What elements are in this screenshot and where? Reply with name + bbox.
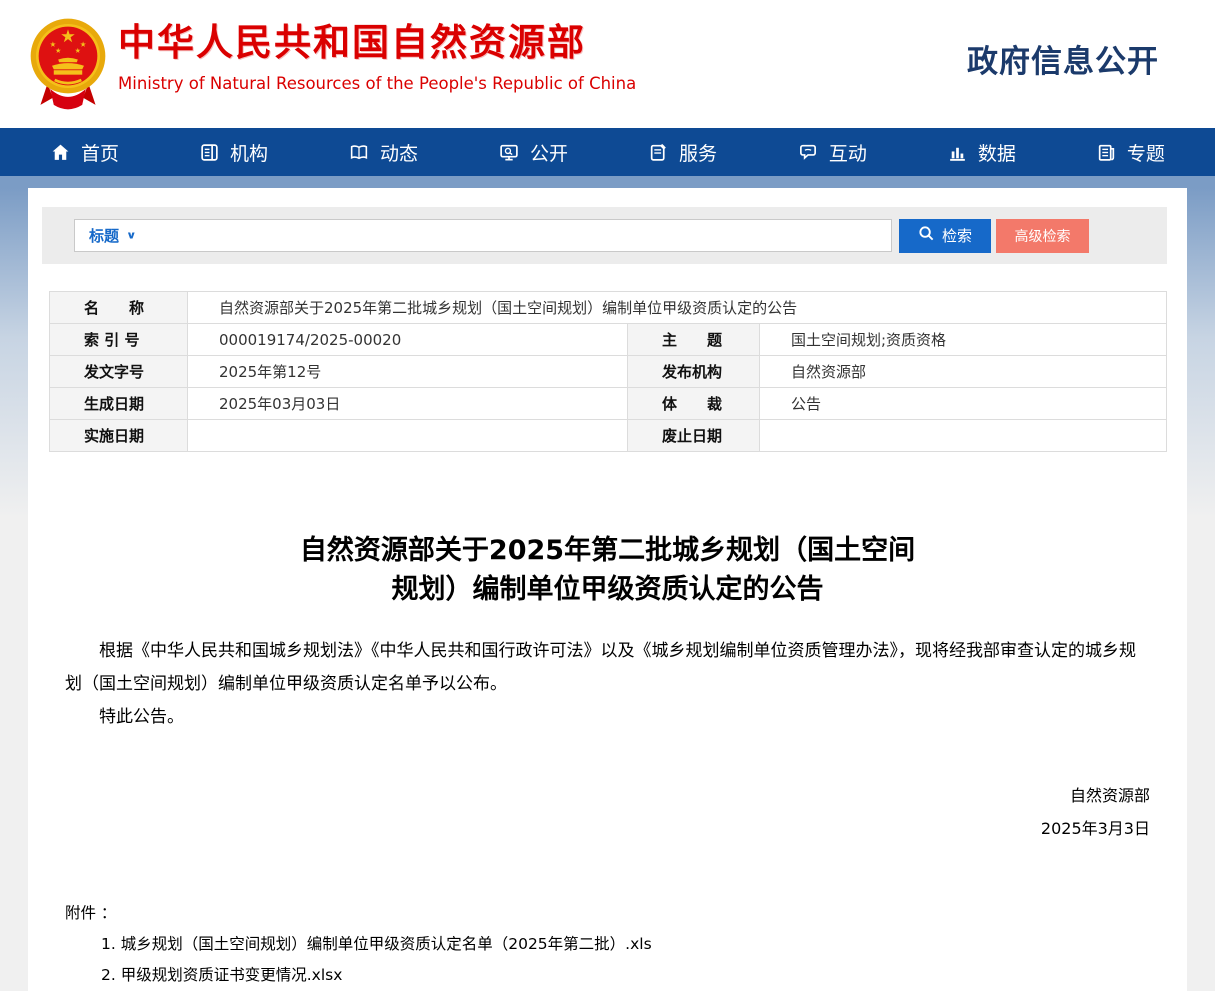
document-title-line2: 规划）编制单位甲级资质认定的公告 xyxy=(65,570,1150,609)
home-icon xyxy=(50,142,71,163)
meta-issuer-label: 发布机构 xyxy=(628,356,760,388)
nav-item-disclosure[interactable]: 公开 xyxy=(498,139,568,166)
document-title: 自然资源部关于2025年第二批城乡规划（国土空间 规划）编制单位甲级资质认定的公… xyxy=(65,531,1150,609)
search-box: 标题 ∨ xyxy=(74,219,892,252)
subnav-strip xyxy=(0,176,1215,188)
search-band: 标题 ∨ 检索 高级检索 xyxy=(42,207,1167,264)
meta-issuer-value: 自然资源部 xyxy=(760,356,1167,388)
news-icon xyxy=(348,142,370,163)
signature-block: 自然资源部 2025年3月3日 xyxy=(65,779,1150,845)
nav-label: 首页 xyxy=(81,139,119,166)
table-row: 生成日期 2025年03月03日 体 裁 公告 xyxy=(50,388,1167,420)
signature-date: 2025年3月3日 xyxy=(65,812,1150,845)
meta-repeal-label: 废止日期 xyxy=(628,420,760,452)
nav-label: 专题 xyxy=(1127,139,1165,166)
page-background: 标题 ∨ 检索 高级检索 名 称 自然资源部关于2025年第二批城乡规划（ xyxy=(0,188,1215,991)
nav-label: 动态 xyxy=(380,139,418,166)
meta-name-value: 自然资源部关于2025年第二批城乡规划（国土空间规划）编制单位甲级资质认定的公告 xyxy=(188,292,1167,324)
topic-icon xyxy=(1096,142,1117,163)
search-field-selector[interactable]: 标题 ∨ xyxy=(75,225,149,246)
nav-item-topic[interactable]: 专题 xyxy=(1096,139,1165,166)
table-row: 名 称 自然资源部关于2025年第二批城乡规划（国土空间规划）编制单位甲级资质认… xyxy=(50,292,1167,324)
nav-label: 公开 xyxy=(530,139,568,166)
nav-label: 服务 xyxy=(679,139,717,166)
nav-label: 机构 xyxy=(230,139,268,166)
table-row: 实施日期 废止日期 xyxy=(50,420,1167,452)
meta-subject-label: 主 题 xyxy=(628,324,760,356)
nav-item-service[interactable]: 服务 xyxy=(648,139,717,166)
meta-created-label: 生成日期 xyxy=(50,388,188,420)
attachments-label: 附件 ： xyxy=(65,898,1150,929)
china-national-emblem-icon xyxy=(28,16,108,112)
document-title-line1: 自然资源部关于2025年第二批城乡规划（国土空间 xyxy=(65,531,1150,570)
search-input[interactable] xyxy=(149,220,891,251)
meta-docnum-value: 2025年第12号 xyxy=(188,356,628,388)
attachment-link-1[interactable]: 1. 城乡规划（国土空间规划）编制单位甲级资质认定名单（2025年第二批）.xl… xyxy=(101,929,1150,960)
article-paragraph: 特此公告。 xyxy=(65,701,1150,734)
attachments-section: 附件 ： 1. 城乡规划（国土空间规划）编制单位甲级资质认定名单（2025年第二… xyxy=(65,898,1150,991)
meta-index-value: 000019174/2025-00020 xyxy=(188,324,628,356)
nav-item-home[interactable]: 首页 xyxy=(50,139,119,166)
data-icon xyxy=(947,142,968,163)
meta-effective-label: 实施日期 xyxy=(50,420,188,452)
disclosure-icon xyxy=(498,142,520,163)
search-button-label: 检索 xyxy=(942,225,972,246)
nav-item-organization[interactable]: 机构 xyxy=(199,139,268,166)
document-meta-table: 名 称 自然资源部关于2025年第二批城乡规划（国土空间规划）编制单位甲级资质认… xyxy=(49,291,1167,452)
nav-label: 互动 xyxy=(829,139,867,166)
nav-item-data[interactable]: 数据 xyxy=(947,139,1016,166)
meta-repeal-value xyxy=(760,420,1167,452)
content-panel: 标题 ∨ 检索 高级检索 名 称 自然资源部关于2025年第二批城乡规划（ xyxy=(28,188,1187,991)
site-title: 中华人民共和国自然资源部 xyxy=(118,18,636,68)
nav-item-interaction[interactable]: 互动 xyxy=(797,139,867,166)
article-body: 自然资源部关于2025年第二批城乡规划（国土空间 规划）编制单位甲级资质认定的公… xyxy=(28,531,1187,991)
meta-subject-value: 国土空间规划;资质资格 xyxy=(760,324,1167,356)
advanced-search-button[interactable]: 高级检索 xyxy=(996,219,1089,253)
main-navbar: 首页 机构 动态 公开 xyxy=(0,128,1215,176)
table-row: 索 引 号 000019174/2025-00020 主 题 国土空间规划;资质… xyxy=(50,324,1167,356)
meta-created-value: 2025年03月03日 xyxy=(188,388,628,420)
table-row: 发文字号 2025年第12号 发布机构 自然资源部 xyxy=(50,356,1167,388)
chevron-down-icon: ∨ xyxy=(126,230,137,242)
service-icon xyxy=(648,142,669,163)
nav-item-news[interactable]: 动态 xyxy=(348,139,418,166)
search-button[interactable]: 检索 xyxy=(899,219,991,253)
meta-genre-value: 公告 xyxy=(760,388,1167,420)
nav-label: 数据 xyxy=(978,139,1016,166)
brand-block: 中华人民共和国自然资源部 Ministry of Natural Resourc… xyxy=(118,18,636,93)
search-icon xyxy=(918,225,935,246)
meta-index-label: 索 引 号 xyxy=(50,324,188,356)
search-field-label: 标题 xyxy=(89,225,119,246)
signature-org: 自然资源部 xyxy=(65,779,1150,812)
organization-icon xyxy=(199,142,220,163)
gov-info-disclosure-link[interactable]: 政府信息公开 xyxy=(967,36,1159,81)
meta-effective-value xyxy=(188,420,628,452)
site-subtitle: Ministry of Natural Resources of the Peo… xyxy=(118,74,636,93)
meta-genre-label: 体 裁 xyxy=(628,388,760,420)
meta-docnum-label: 发文字号 xyxy=(50,356,188,388)
interaction-icon xyxy=(797,142,819,163)
article-paragraph: 根据《中华人民共和国城乡规划法》《中华人民共和国行政许可法》以及《城乡规划编制单… xyxy=(65,635,1150,701)
site-header: 中华人民共和国自然资源部 Ministry of Natural Resourc… xyxy=(0,0,1215,128)
attachment-link-2[interactable]: 2. 甲级规划资质证书变更情况.xlsx xyxy=(101,960,1150,991)
meta-name-label: 名 称 xyxy=(50,292,188,324)
